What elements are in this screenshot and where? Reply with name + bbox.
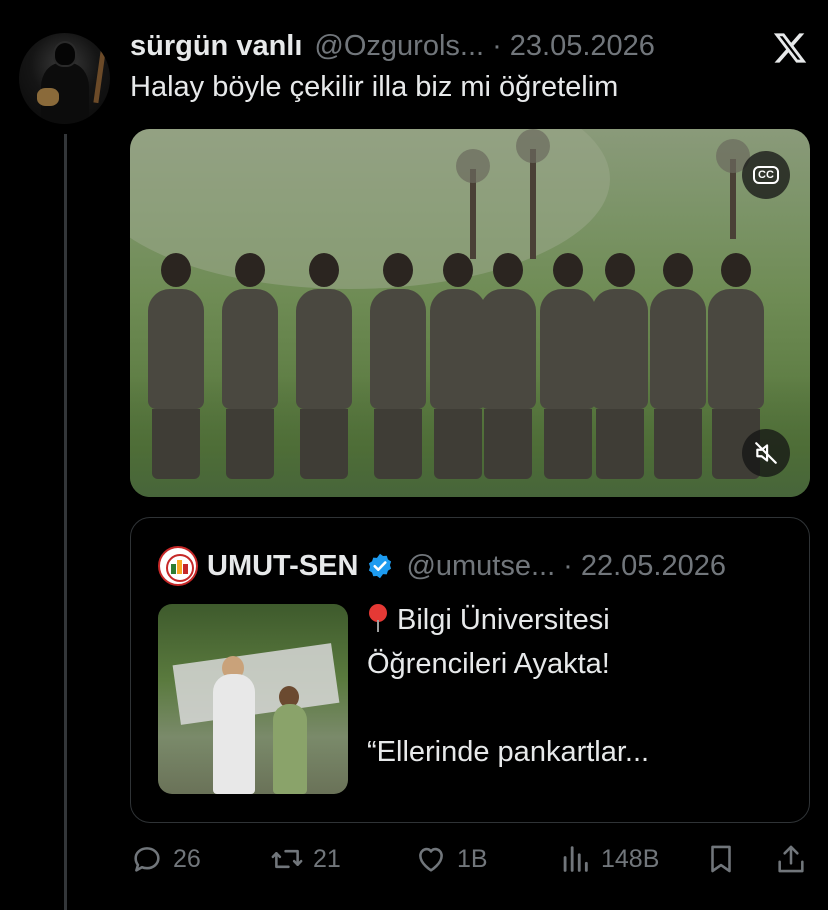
- quoted-author-handle[interactable]: @umutse...: [406, 550, 555, 583]
- like-button[interactable]: 1B: [414, 836, 488, 882]
- header-separator: ·: [492, 29, 502, 62]
- reply-count: 26: [173, 844, 201, 873]
- quoted-text-line: [367, 686, 787, 730]
- heart-icon: [419, 847, 443, 872]
- video-dancer: [370, 253, 426, 479]
- like-count: 1B: [457, 844, 488, 873]
- share-button[interactable]: [774, 836, 808, 882]
- video-dancer: [592, 253, 648, 479]
- reply-button[interactable]: 26: [130, 836, 201, 882]
- author-name[interactable]: sürgün vanlı: [130, 30, 302, 63]
- video-dancer: [480, 253, 536, 479]
- quoted-text-line: “Ellerinde pankartlar...: [367, 736, 650, 768]
- avatar-figure-head: [55, 43, 75, 65]
- repost-button[interactable]: 21: [270, 836, 341, 882]
- tweet-header: sürgün vanlı @Ozgurols... · 23.05.2026: [130, 28, 655, 64]
- video-dancer: [222, 253, 278, 479]
- speaker-muted-icon[interactable]: [742, 429, 790, 477]
- bookmark-icon: [711, 845, 731, 873]
- quoted-text-line: Öğrencileri Ayakta!: [367, 648, 610, 680]
- tweet-text: Halay böyle çekilir illa biz mi öğreteli…: [130, 71, 619, 103]
- author-handle[interactable]: @Ozgurols...: [314, 30, 484, 63]
- author-avatar[interactable]: [19, 33, 110, 124]
- views-button[interactable]: 148B: [558, 836, 659, 882]
- reply-icon: [134, 847, 160, 872]
- tweet-video[interactable]: CC: [130, 129, 810, 497]
- video-tree: [516, 129, 550, 259]
- cc-icon[interactable]: CC: [742, 151, 790, 199]
- quoted-tweet-date[interactable]: 22.05.2026: [581, 550, 726, 583]
- verified-badge-icon: [369, 553, 392, 579]
- quoted-tweet-thumbnail[interactable]: [158, 604, 348, 794]
- video-dancer: [430, 253, 486, 479]
- quoted-text-line: Bilgi Üniversitesi: [397, 604, 610, 636]
- video-dancer: [148, 253, 204, 479]
- views-count: 148B: [601, 844, 660, 873]
- thread-connector-line: [64, 134, 67, 910]
- quoted-tweet-text: Bilgi Üniversitesi Öğrencileri Ayakta! “…: [367, 598, 787, 774]
- quoted-header-separator: ·: [563, 549, 573, 582]
- bookmark-button[interactable]: [704, 836, 738, 882]
- quoted-author-avatar[interactable]: [158, 546, 198, 586]
- video-tree: [716, 139, 750, 239]
- quoted-tweet-card[interactable]: UMUT-SEN @umutse... · 22.05.2026 Bilgi Ü…: [130, 517, 810, 823]
- video-tree: [456, 149, 490, 259]
- video-dancer: [650, 253, 706, 479]
- quoted-tweet-header: UMUT-SEN @umutse... · 22.05.2026: [207, 548, 726, 584]
- tweet-date[interactable]: 23.05.2026: [510, 30, 655, 63]
- share-icon: [778, 845, 804, 873]
- x-logo-icon[interactable]: [772, 30, 808, 66]
- avatar-figure-strap: [93, 50, 106, 104]
- quoted-author-name[interactable]: UMUT-SEN: [207, 550, 358, 583]
- round-pushpin-icon: [367, 604, 389, 632]
- tweet-action-bar: 26 21 1B 148B: [130, 836, 810, 882]
- video-dancer: [296, 253, 352, 479]
- avatar-figure-item: [37, 88, 59, 106]
- video-dancer: [540, 253, 596, 479]
- repost-icon: [271, 849, 303, 869]
- views-icon: [563, 846, 588, 872]
- repost-count: 21: [313, 844, 341, 873]
